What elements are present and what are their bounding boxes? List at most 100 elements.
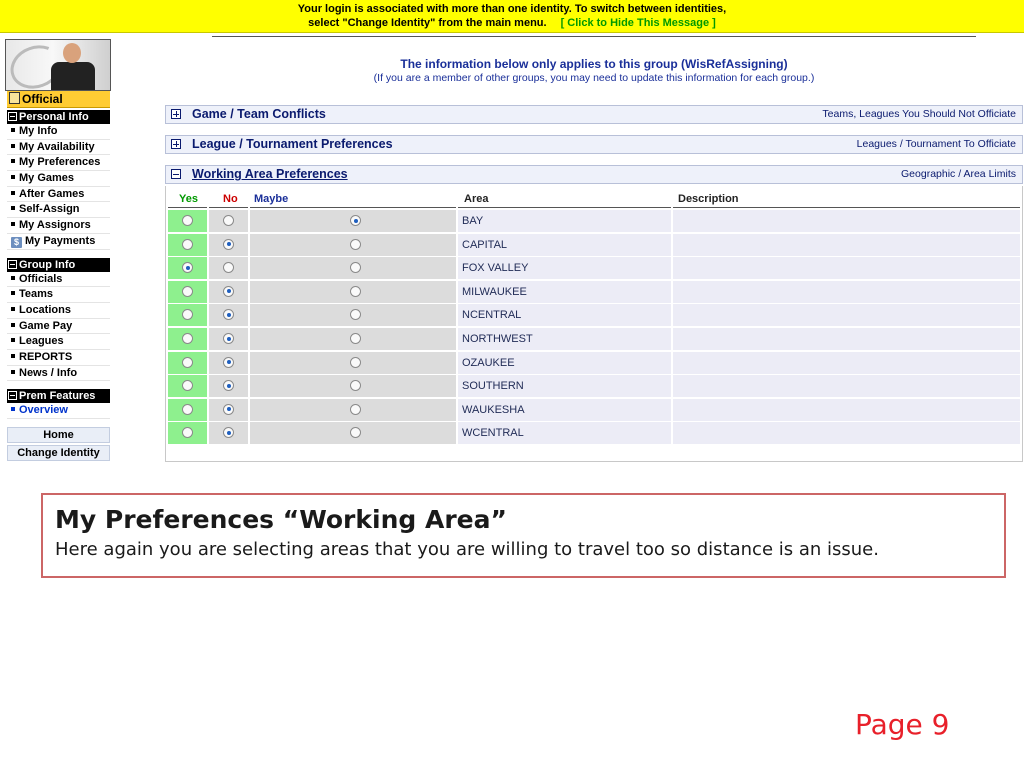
bullet-icon (11, 190, 15, 195)
section-title[interactable]: Working Area Preferences (192, 166, 348, 183)
sidebar-item-label: Overview (19, 404, 68, 417)
table-row: CAPITAL (168, 233, 1020, 256)
cell-no (209, 304, 248, 327)
bullet-icon (11, 175, 15, 180)
radio-yes[interactable] (182, 333, 193, 344)
radio-yes[interactable] (182, 238, 193, 250)
hide-message-link[interactable]: [ Click to Hide This Message ] (561, 17, 716, 29)
payment-icon: $ (11, 236, 22, 248)
radio-yes[interactable] (182, 215, 193, 226)
radio-maybe[interactable] (350, 285, 361, 297)
cell-no (209, 210, 248, 232)
sidebar-item-game-pay[interactable]: Game Pay (7, 319, 110, 335)
radio-maybe[interactable] (350, 380, 361, 392)
radio-no[interactable] (223, 427, 234, 439)
change-identity-button[interactable]: Change Identity (7, 445, 110, 461)
radio-maybe[interactable] (350, 427, 361, 439)
sidebar-item-my-availability[interactable]: My Availability (7, 140, 110, 156)
radio-maybe[interactable] (350, 333, 361, 344)
sidebar-item-my-games[interactable]: My Games (7, 171, 110, 187)
table-row: WAUKESHA (168, 398, 1020, 421)
section-working-area-preferences[interactable]: Working Area Preferences Geographic / Ar… (165, 165, 1023, 184)
sidebar-item-label: Officials (19, 272, 63, 285)
radio-yes[interactable] (182, 380, 193, 392)
cell-yes (168, 233, 207, 256)
radio-yes[interactable] (182, 285, 193, 297)
section-title[interactable]: Game / Team Conflicts (192, 106, 326, 123)
radio-yes[interactable] (182, 262, 193, 274)
radio-yes[interactable] (182, 309, 193, 321)
sidebar-item-my-info[interactable]: My Info (7, 124, 110, 140)
sidebar-item-officials[interactable]: Officials (7, 272, 110, 288)
banner-line-1: Your login is associated with more than … (297, 3, 727, 15)
table-row: FOX VALLEY (168, 257, 1020, 280)
column-header-no: No (223, 193, 238, 205)
sidebar-item-locations[interactable]: Locations (7, 303, 110, 319)
bullet-icon (11, 338, 15, 343)
radio-no[interactable] (223, 238, 234, 250)
personal-info-header[interactable]: Personal Info (7, 110, 110, 124)
cell-description (673, 257, 1020, 280)
cell-maybe (250, 304, 456, 327)
radio-maybe[interactable] (350, 356, 361, 368)
sidebar-item-overview[interactable]: Overview (7, 403, 110, 419)
radio-yes[interactable] (182, 427, 193, 439)
collapse-icon[interactable] (171, 169, 181, 179)
cell-description (673, 280, 1020, 303)
sidebar-item-label: News / Info (19, 366, 78, 379)
radio-no[interactable] (223, 403, 234, 415)
sidebar-item-label: Teams (19, 288, 54, 301)
group-info-header[interactable]: Group Info (7, 257, 110, 272)
sidebar-item-news-info[interactable]: News / Info (7, 366, 110, 382)
banner-line-2: select "Change Identity" from the main m… (0, 16, 1024, 30)
section-league-tournament-preferences[interactable]: League / Tournament Preferences Leagues … (165, 135, 1023, 154)
bullet-icon (11, 159, 15, 164)
radio-no[interactable] (223, 380, 234, 392)
radio-no[interactable] (223, 285, 234, 297)
cell-area: WAUKESHA (458, 398, 671, 421)
sidebar-item-my-assignors[interactable]: My Assignors (7, 218, 110, 234)
radio-no[interactable] (223, 309, 234, 321)
sidebar-item-after-games[interactable]: After Games (7, 187, 110, 203)
official-header: Official (7, 91, 110, 108)
cell-maybe (250, 351, 456, 374)
sidebar-item-label: My Preferences (19, 156, 101, 169)
cell-description (673, 422, 1020, 445)
identity-banner: Your login is associated with more than … (0, 0, 1024, 33)
radio-maybe[interactable] (350, 262, 361, 274)
radio-no[interactable] (223, 333, 234, 344)
cell-maybe (250, 210, 456, 232)
prem-features-header[interactable]: Prem Features (7, 389, 110, 404)
radio-no[interactable] (223, 262, 234, 274)
bullet-icon (11, 306, 15, 311)
cell-maybe (250, 398, 456, 421)
radio-maybe[interactable] (350, 309, 361, 321)
radio-yes[interactable] (182, 356, 193, 368)
sidebar-item-self-assign[interactable]: Self-Assign (7, 202, 110, 219)
sidebar-item-leagues[interactable]: Leagues (7, 334, 110, 350)
table-row: MILWAUKEE (168, 280, 1020, 303)
table-row: BAY (168, 210, 1020, 232)
sidebar-item-my-preferences[interactable]: My Preferences (7, 155, 110, 172)
banner-line-2-text: select "Change Identity" from the main m… (308, 17, 547, 29)
radio-maybe[interactable] (350, 238, 361, 250)
expand-icon[interactable] (171, 139, 181, 149)
group-info-subnotice: (If you are a member of other groups, yo… (373, 72, 815, 84)
sidebar-item-my-payments[interactable]: $ My Payments (7, 234, 110, 250)
section-game-team-conflicts[interactable]: Game / Team Conflicts Teams, Leagues You… (165, 105, 1023, 124)
radio-no[interactable] (223, 215, 234, 226)
radio-maybe[interactable] (350, 403, 361, 415)
cell-yes (168, 328, 207, 350)
sidebar-item-teams[interactable]: Teams (7, 287, 110, 303)
cell-area: SOUTHERN (458, 375, 671, 398)
radio-yes[interactable] (182, 403, 193, 415)
radio-no[interactable] (223, 356, 234, 368)
cell-area: FOX VALLEY (458, 257, 671, 280)
sidebar-item-label: Self-Assign (19, 203, 80, 216)
cell-maybe (250, 280, 456, 303)
radio-maybe[interactable] (350, 215, 361, 226)
section-title[interactable]: League / Tournament Preferences (192, 136, 393, 153)
home-button[interactable]: Home (7, 427, 110, 443)
expand-icon[interactable] (171, 109, 181, 119)
sidebar-item-reports[interactable]: REPORTS (7, 350, 110, 366)
